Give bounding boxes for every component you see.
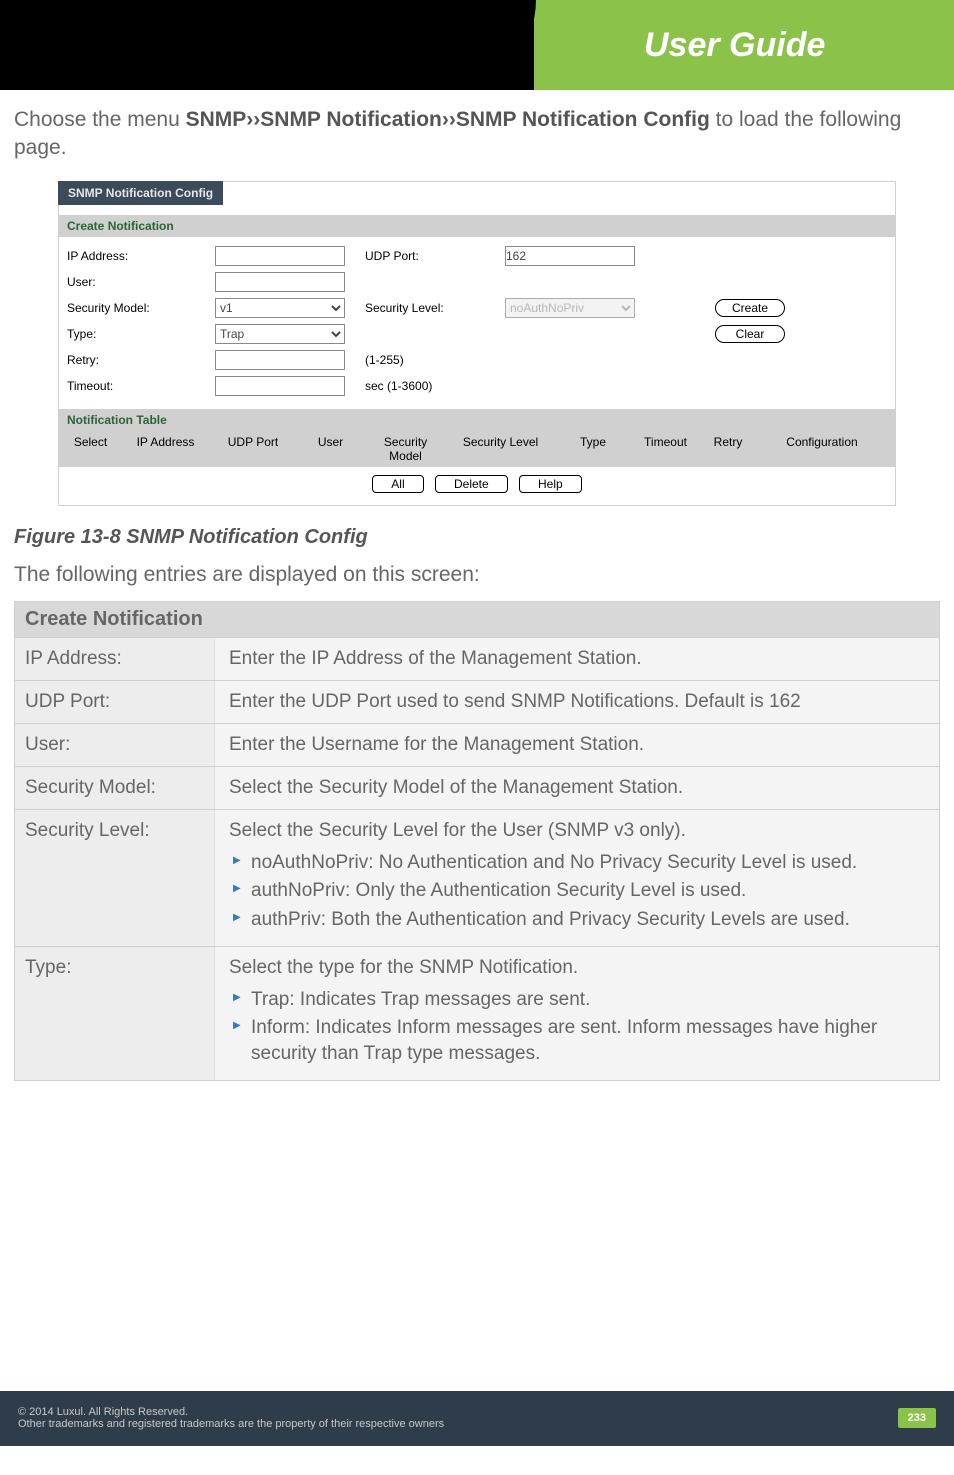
label-security-level: Security Level:	[365, 301, 505, 315]
intro-menu-path: SNMP››SNMP Notification››SNMP Notificati…	[186, 108, 710, 131]
col-type: Type	[558, 435, 628, 463]
footer-text: © 2014 Luxul. All Rights Reserved. Other…	[18, 1406, 444, 1430]
col-ip-address: IP Address	[118, 435, 213, 463]
desc-row: UDP Port:Enter the UDP Port used to send…	[15, 681, 939, 724]
desc-row: User:Enter the Username for the Manageme…	[15, 724, 939, 767]
help-button[interactable]: Help	[519, 475, 582, 493]
description-table: Create Notification IP Address:Enter the…	[14, 601, 940, 1081]
table-button-row: All Delete Help	[59, 467, 895, 505]
desc-bullet: authPriv: Both the Authentication and Pr…	[233, 907, 925, 933]
ip-address-input[interactable]	[215, 246, 345, 266]
security-level-select[interactable]: noAuthNoPriv	[505, 298, 635, 318]
desc-row: Security Model:Select the Security Model…	[15, 767, 939, 810]
desc-row: Security Level:Select the Security Level…	[15, 810, 939, 947]
desc-row-value: Enter the IP Address of the Management S…	[215, 638, 939, 680]
delete-button[interactable]: Delete	[435, 475, 508, 493]
notification-table-header: Notification Table	[59, 409, 895, 431]
create-button[interactable]: Create	[715, 299, 785, 317]
desc-row-label: Security Model:	[15, 767, 215, 809]
entries-intro: The following entries are displayed on t…	[14, 563, 940, 587]
timeout-input[interactable]	[215, 376, 345, 396]
header-green-band: User Guide	[534, 0, 954, 90]
page-number-badge: 233	[898, 1408, 936, 1428]
config-screenshot: SNMP Notification Config Create Notifica…	[58, 181, 896, 506]
create-notification-header: Create Notification	[59, 215, 895, 237]
desc-row-label: Security Level:	[15, 810, 215, 946]
user-input[interactable]	[215, 272, 345, 292]
desc-row: IP Address:Enter the IP Address of the M…	[15, 638, 939, 681]
footer-line1: © 2014 Luxul. All Rights Reserved.	[18, 1406, 444, 1418]
col-security-model: Security Model	[368, 435, 443, 463]
clear-button[interactable]: Clear	[715, 325, 785, 343]
desc-row-label: Type:	[15, 947, 215, 1080]
footer-line2: Other trademarks and registered trademar…	[18, 1418, 444, 1430]
intro-paragraph: Choose the menu SNMP››SNMP Notification›…	[14, 106, 940, 163]
desc-bullet: authNoPriv: Only the Authentication Secu…	[233, 878, 925, 904]
col-retry: Retry	[703, 435, 753, 463]
col-select: Select	[63, 435, 118, 463]
retry-input[interactable]	[215, 350, 345, 370]
label-retry: Retry:	[67, 353, 215, 367]
desc-header: Create Notification	[15, 602, 939, 638]
label-security-model: Security Model:	[67, 301, 215, 315]
desc-row-value: Select the type for the SNMP Notificatio…	[215, 947, 939, 1080]
header-curve	[436, 0, 536, 90]
label-timeout: Timeout:	[67, 379, 215, 393]
figure-caption: Figure 13-8 SNMP Notification Config	[14, 526, 940, 549]
desc-row-label: User:	[15, 724, 215, 766]
desc-row-value: Select the Security Model of the Managem…	[215, 767, 939, 809]
col-configuration: Configuration	[753, 435, 891, 463]
page-footer: © 2014 Luxul. All Rights Reserved. Other…	[0, 1391, 954, 1446]
col-user: User	[293, 435, 368, 463]
create-form: IP Address: UDP Port: User: Security Mod…	[59, 237, 895, 409]
security-model-select[interactable]: v1	[215, 298, 345, 318]
desc-bullet: Trap: Indicates Trap messages are sent.	[233, 987, 925, 1013]
header-title: User Guide	[644, 26, 825, 65]
panel-title: SNMP Notification Config	[58, 181, 223, 205]
col-udp-port: UDP Port	[213, 435, 293, 463]
desc-row-label: IP Address:	[15, 638, 215, 680]
desc-bullet: Inform: Indicates Inform messages are se…	[233, 1015, 925, 1066]
page-header-band: User Guide	[0, 0, 954, 90]
type-select[interactable]: Trap	[215, 324, 345, 344]
retry-unit: (1-255)	[365, 353, 404, 367]
desc-row-value: Enter the Username for the Management St…	[215, 724, 939, 766]
label-ip-address: IP Address:	[67, 249, 215, 263]
udp-port-input[interactable]	[505, 246, 635, 266]
label-type: Type:	[67, 327, 215, 341]
desc-row-label: UDP Port:	[15, 681, 215, 723]
label-udp-port: UDP Port:	[365, 249, 505, 263]
desc-row: Type:Select the type for the SNMP Notifi…	[15, 947, 939, 1081]
all-button[interactable]: All	[372, 475, 423, 493]
col-security-level: Security Level	[443, 435, 558, 463]
col-timeout: Timeout	[628, 435, 703, 463]
desc-row-value: Enter the UDP Port used to send SNMP Not…	[215, 681, 939, 723]
desc-row-value: Select the Security Level for the User (…	[215, 810, 939, 946]
desc-bullet: noAuthNoPriv: No Authentication and No P…	[233, 850, 925, 876]
timeout-unit: sec (1-3600)	[365, 379, 432, 393]
notification-table-columns: Select IP Address UDP Port User Security…	[59, 431, 895, 467]
label-user: User:	[67, 275, 215, 289]
intro-prefix: Choose the menu	[14, 108, 186, 131]
